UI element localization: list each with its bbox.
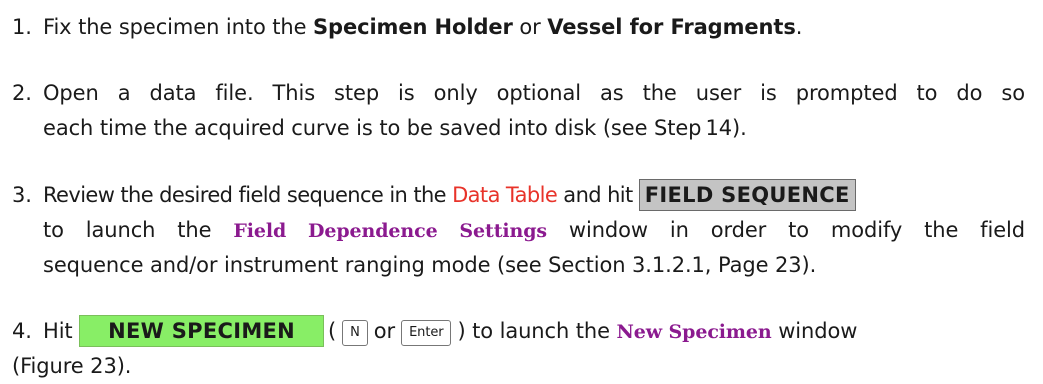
or-text: or bbox=[373, 319, 396, 343]
step-3-line-3: sequence and/or instrument ranging mode … bbox=[43, 253, 817, 277]
step-number: 3. bbox=[12, 183, 32, 207]
step-text: Review the desired field sequence in the bbox=[43, 183, 453, 207]
enter-key[interactable]: Enter bbox=[401, 320, 452, 346]
step-1: 1. Fix the specimen into the Specimen Ho… bbox=[0, 10, 1043, 45]
step-2-line-2: each time the acquired curve is to be sa… bbox=[43, 116, 747, 140]
step-text: Fix the specimen into the bbox=[43, 15, 314, 39]
step-text: to launch the bbox=[43, 218, 234, 242]
step-text: or bbox=[512, 15, 548, 39]
step-text: and hit bbox=[557, 183, 639, 207]
step-text: . bbox=[795, 15, 803, 39]
step-number: 4. bbox=[12, 319, 32, 343]
step-text: window bbox=[771, 319, 858, 343]
step-2: 2. Open a data file. This step is only o… bbox=[0, 76, 1043, 146]
step-4-line-1: Hit NEW SPECIMEN(Nor Enter) to launch the… bbox=[43, 314, 857, 350]
field-dependence-settings-window-name: Field Dependence Settings bbox=[233, 220, 547, 242]
vessel-for-fragments-term: Vessel for Fragments bbox=[547, 15, 796, 39]
step-4: 4. Hit NEW SPECIMEN(Nor Enter) to launch … bbox=[0, 314, 1043, 384]
instruction-list: 1. Fix the specimen into the Specimen Ho… bbox=[0, 0, 1043, 383]
step-1-text: Fix the specimen into the Specimen Holde… bbox=[43, 10, 802, 45]
step-2-line-1: Open a data file. This step is only opti… bbox=[43, 76, 1025, 111]
step-3-line-2: to launch the Field Dependence Settings … bbox=[43, 213, 1025, 249]
step-4-line-2: (Figure 23). bbox=[12, 354, 132, 378]
step-text: ) to launch the bbox=[457, 319, 617, 343]
step-number: 2. bbox=[12, 81, 32, 105]
step-text: Hit bbox=[43, 319, 80, 343]
field-sequence-button[interactable]: FIELD SEQUENCE bbox=[638, 179, 856, 211]
n-key[interactable]: N bbox=[342, 320, 368, 346]
step-3: 3. Review the desired field sequence in … bbox=[0, 178, 1043, 283]
specimen-holder-term: Specimen Holder bbox=[313, 15, 513, 39]
step-3-line-1: Review the desired field sequence in the… bbox=[43, 178, 856, 213]
new-specimen-window-name: New Specimen bbox=[616, 321, 772, 343]
paren-open: ( bbox=[328, 319, 337, 343]
step-number: 1. bbox=[12, 15, 32, 39]
step-text: Open a data file. This step is only opti… bbox=[43, 81, 1025, 105]
new-specimen-button[interactable]: NEW SPECIMEN bbox=[79, 315, 325, 347]
data-table-link[interactable]: Data Table bbox=[452, 183, 558, 207]
step-text: window in order to modify the field bbox=[546, 218, 1025, 242]
